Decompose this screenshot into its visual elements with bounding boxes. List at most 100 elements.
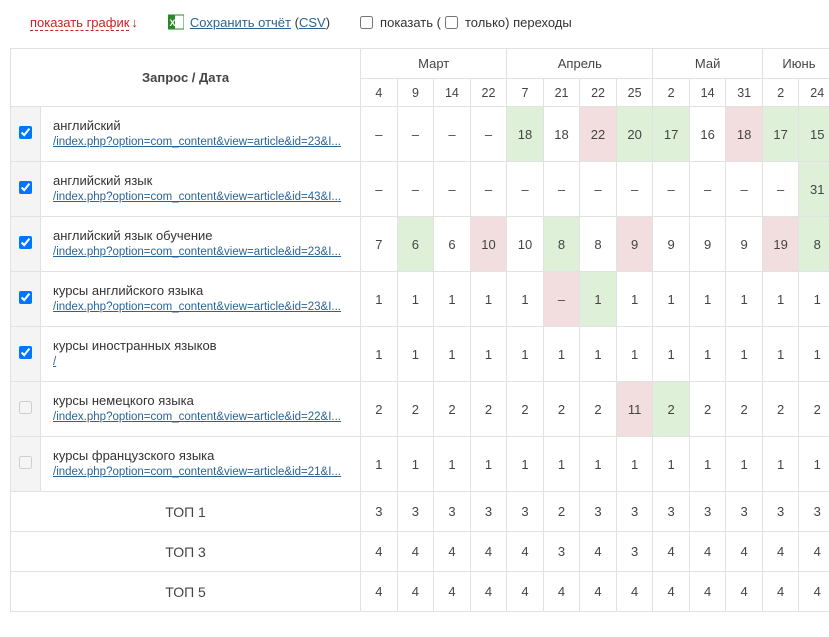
- row-checkbox[interactable]: [19, 236, 32, 249]
- data-cell: 1: [507, 272, 544, 327]
- table-row: английский язык/index.php?option=com_con…: [11, 162, 829, 217]
- query-url-link[interactable]: /index.php?option=com_content&view=artic…: [53, 190, 348, 206]
- data-cell: –: [726, 162, 763, 217]
- summary-cell: 3: [361, 492, 398, 532]
- row-checkbox[interactable]: [19, 346, 32, 359]
- data-cell: 15: [799, 107, 829, 162]
- summary-cell: 4: [507, 572, 544, 612]
- save-report-link[interactable]: Сохранить отчёт (CSV): [190, 15, 330, 30]
- query-url-link[interactable]: /: [53, 355, 348, 371]
- data-cell: 1: [762, 437, 799, 492]
- data-cell: 9: [689, 217, 726, 272]
- query-cell: курсы иностранных языков/: [41, 327, 361, 382]
- save-report: X Сохранить отчёт (CSV): [168, 14, 330, 30]
- data-cell: 1: [726, 327, 763, 382]
- query-title: курсы немецкого языка: [53, 392, 348, 410]
- day-header: 7: [507, 79, 544, 107]
- data-cell: 16: [689, 107, 726, 162]
- data-cell: 1: [434, 327, 471, 382]
- summary-cell: 4: [616, 572, 653, 612]
- data-cell: 1: [762, 327, 799, 382]
- query-title: курсы иностранных языков: [53, 337, 348, 355]
- query-title: английский язык обучение: [53, 227, 348, 245]
- show-chart-link[interactable]: показать график↓: [30, 15, 138, 30]
- summary-cell: 4: [580, 572, 617, 612]
- data-cell: 1: [507, 327, 544, 382]
- data-cell: –: [507, 162, 544, 217]
- query-url-link[interactable]: /index.php?option=com_content&view=artic…: [53, 465, 348, 481]
- data-cell: 1: [470, 272, 507, 327]
- day-header: 31: [726, 79, 763, 107]
- query-cell: английский язык/index.php?option=com_con…: [41, 162, 361, 217]
- summary-cell: 4: [726, 572, 763, 612]
- only-label: только) переходы: [465, 15, 572, 30]
- show-label: показать (: [380, 15, 441, 30]
- row-check-cell: [11, 327, 41, 382]
- data-cell: 1: [726, 272, 763, 327]
- table-row: курсы французского языка/index.php?optio…: [11, 437, 829, 492]
- data-cell: –: [543, 162, 580, 217]
- row-checkbox[interactable]: [19, 126, 32, 139]
- summary-cell: 3: [689, 492, 726, 532]
- summary-cell: 3: [616, 532, 653, 572]
- data-cell: 1: [616, 437, 653, 492]
- row-checkbox[interactable]: [19, 291, 32, 304]
- summary-cell: 3: [397, 492, 434, 532]
- data-cell: –: [762, 162, 799, 217]
- row-check-cell: [11, 437, 41, 492]
- summary-cell: 4: [470, 532, 507, 572]
- data-cell: 1: [799, 327, 829, 382]
- csv-link[interactable]: CSV: [299, 15, 326, 30]
- day-header: 14: [434, 79, 471, 107]
- data-cell: 1: [653, 272, 690, 327]
- data-cell: 1: [653, 437, 690, 492]
- query-url-link[interactable]: /index.php?option=com_content&view=artic…: [53, 135, 348, 151]
- summary-cell: 3: [543, 532, 580, 572]
- data-cell: 1: [580, 272, 617, 327]
- summary-cell: 4: [799, 572, 829, 612]
- data-cell: 2: [361, 382, 398, 437]
- data-cell: 1: [689, 327, 726, 382]
- summary-cell: 4: [397, 572, 434, 612]
- summary-cell: 4: [689, 572, 726, 612]
- data-cell: 2: [799, 382, 829, 437]
- data-cell: 11: [616, 382, 653, 437]
- data-cell: –: [361, 162, 398, 217]
- day-header: 21: [543, 79, 580, 107]
- data-cell: 7: [361, 217, 398, 272]
- data-cell: 1: [543, 437, 580, 492]
- data-cell: 18: [726, 107, 763, 162]
- query-url-link[interactable]: /index.php?option=com_content&view=artic…: [53, 300, 348, 316]
- data-cell: 2: [580, 382, 617, 437]
- query-url-link[interactable]: /index.php?option=com_content&view=artic…: [53, 245, 348, 261]
- day-header: 2: [653, 79, 690, 107]
- only-transitions-checkbox[interactable]: [445, 16, 458, 29]
- arrow-down-icon: ↓: [131, 15, 138, 30]
- show-transitions-checkbox[interactable]: [360, 16, 373, 29]
- summary-cell: 4: [653, 532, 690, 572]
- data-cell: 1: [799, 272, 829, 327]
- data-cell: –: [434, 107, 471, 162]
- data-cell: 2: [726, 382, 763, 437]
- row-checkbox[interactable]: [19, 181, 32, 194]
- query-url-link[interactable]: /index.php?option=com_content&view=artic…: [53, 410, 348, 426]
- row-check-cell: [11, 217, 41, 272]
- excel-icon: X: [168, 14, 184, 30]
- query-date-header: Запрос / Дата: [11, 49, 361, 107]
- summary-cell: 3: [434, 492, 471, 532]
- data-cell: –: [397, 107, 434, 162]
- summary-cell: 4: [799, 532, 829, 572]
- data-cell: 2: [397, 382, 434, 437]
- month-header: Май: [653, 49, 763, 79]
- data-cell: 9: [726, 217, 763, 272]
- month-header: Апрель: [507, 49, 653, 79]
- summary-cell: 4: [653, 572, 690, 612]
- data-cell: 10: [470, 217, 507, 272]
- row-checkbox[interactable]: [19, 456, 32, 469]
- data-cell: 2: [543, 382, 580, 437]
- month-header: Март: [361, 49, 507, 79]
- data-cell: 1: [726, 437, 763, 492]
- data-cell: 1: [434, 437, 471, 492]
- summary-cell: 4: [762, 532, 799, 572]
- row-checkbox[interactable]: [19, 401, 32, 414]
